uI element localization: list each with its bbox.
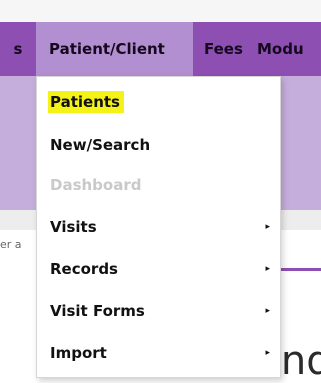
top-strip <box>0 0 321 22</box>
submenu-arrow-icon: ▸ <box>265 348 270 358</box>
menu-item-dashboard-label: Dashboard <box>50 176 142 194</box>
menu-item-visit-forms[interactable]: Visit Forms ▸ <box>37 294 280 328</box>
menu-item-records-label: Records <box>50 260 118 278</box>
menu-item-import-label: Import <box>50 344 107 362</box>
submenu-arrow-icon: ▸ <box>265 264 270 274</box>
menu-item-new-search-label: New/Search <box>50 136 151 154</box>
menu-item-visits-label: Visits <box>50 218 97 236</box>
submenu-arrow-icon: ▸ <box>265 306 270 316</box>
menubar-item-patient-client[interactable]: Patient/Client <box>36 22 193 76</box>
menubar-item-modules[interactable]: Modu <box>257 22 321 76</box>
menu-item-visit-forms-label: Visit Forms <box>50 302 145 320</box>
patient-client-dropdown-menu: Patients New/Search Dashboard Visits ▸ R… <box>36 76 281 378</box>
menubar-item-previous[interactable]: s <box>0 22 36 76</box>
submenu-arrow-icon: ▸ <box>265 222 270 232</box>
main-menubar: s Patient/Client Fees Modu <box>0 22 321 76</box>
menu-item-records[interactable]: Records ▸ <box>37 252 280 286</box>
menu-item-visits[interactable]: Visits ▸ <box>37 210 280 244</box>
menu-item-dashboard: Dashboard <box>37 168 280 202</box>
menu-item-new-search[interactable]: New/Search <box>37 128 280 162</box>
menubar-item-fees[interactable]: Fees <box>204 22 243 76</box>
menu-item-import[interactable]: Import ▸ <box>37 336 280 370</box>
menu-item-patients-label: Patients <box>48 91 124 113</box>
partial-side-label: er a <box>0 238 22 251</box>
menu-item-patients[interactable]: Patients <box>37 85 280 119</box>
